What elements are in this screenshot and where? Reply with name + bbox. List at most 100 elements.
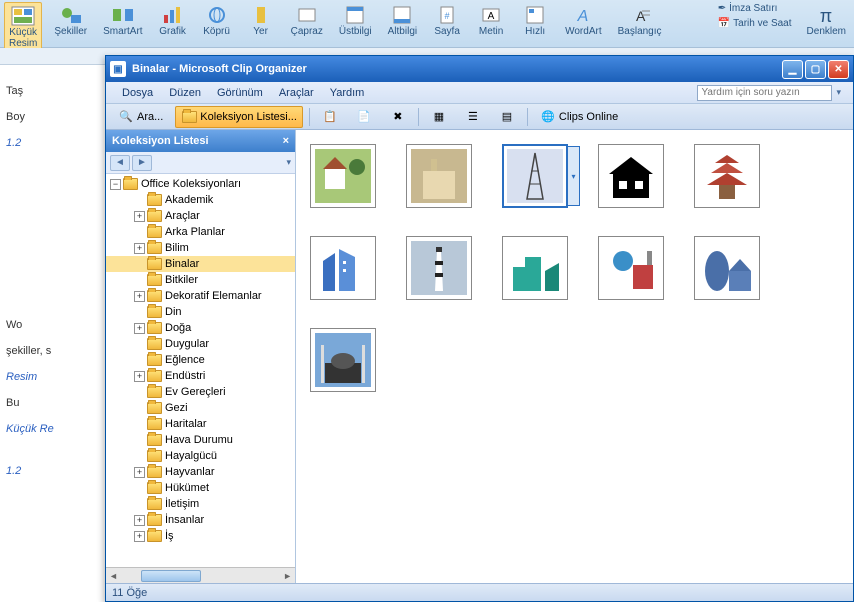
ribbon-wordart[interactable]: A WordArt [561, 2, 606, 39]
tree-node-bilim[interactable]: + Bilim [106, 240, 295, 256]
tree-node-dekoratif-elemanlar[interactable]: +Dekoratif Elemanlar [106, 288, 295, 304]
expand-icon[interactable]: + [134, 323, 145, 334]
ribbon-kucuk-resim[interactable]: Küçük Resim [4, 2, 42, 52]
ribbon-hizli[interactable]: Hızlı [517, 2, 553, 39]
toolbar-search[interactable]: 🔍 Ara... [112, 106, 169, 128]
ribbon-label: Şekiller [54, 26, 87, 37]
ribbon-tarih[interactable]: 📅Tarih ve Saat [715, 17, 795, 30]
tree-node-endüstri[interactable]: +Endüstri [106, 368, 295, 384]
minimize-button[interactable]: ▁ [782, 60, 803, 79]
collection-tree[interactable]: −Office KoleksiyonlarıAkademik+AraçlarAr… [106, 174, 295, 567]
thumbnail-house-garden[interactable] [310, 144, 376, 208]
thumbnail-castle-painting[interactable] [406, 144, 472, 208]
tree-node-araçlar[interactable]: +Araçlar [106, 208, 295, 224]
expand-icon[interactable]: + [134, 531, 145, 542]
ribbon-sekiller[interactable]: Şekiller [50, 2, 91, 39]
expand-spacer [134, 195, 145, 206]
thumbnail-pagoda[interactable] [694, 144, 760, 208]
ribbon-capraz[interactable]: Çapraz [287, 2, 327, 39]
tree-node-doğa[interactable]: +Doğa [106, 320, 295, 336]
toolbar-copy[interactable]: 📋 [316, 106, 344, 128]
nav-back-button[interactable]: ◄ [110, 155, 130, 171]
expand-icon[interactable]: + [134, 515, 145, 526]
ribbon-grafik[interactable]: Grafik [155, 2, 191, 39]
ribbon-altbilgi[interactable]: Altbilgi [384, 2, 421, 39]
tree-node-i̇nsanlar[interactable]: +İnsanlar [106, 512, 295, 528]
toolbar-clips-online[interactable]: 🌐 Clips Online [534, 106, 624, 128]
tree-node-binalar[interactable]: Binalar [106, 256, 295, 272]
h-scrollbar[interactable]: ◄ ► [106, 567, 295, 583]
menu-araclar[interactable]: Araçlar [271, 85, 322, 101]
tree-node-eğlence[interactable]: Eğlence [106, 352, 295, 368]
ribbon-kopru[interactable]: Köprü [199, 2, 235, 39]
help-search-input[interactable] [697, 85, 832, 101]
maximize-button[interactable]: ▢ [805, 60, 826, 79]
expand-icon[interactable]: + [134, 467, 145, 478]
ribbon-imza[interactable]: ✒İmza Satırı [715, 2, 795, 15]
ribbon-yer[interactable]: Yer [243, 2, 279, 39]
thumbnail-factory-globe[interactable] [598, 236, 664, 300]
toolbar-view-thumb[interactable]: ▦ [425, 106, 453, 128]
tree-node-haritalar[interactable]: Haritalar [106, 416, 295, 432]
tree-node-duygular[interactable]: Duygular [106, 336, 295, 352]
menu-duzen[interactable]: Düzen [161, 85, 209, 101]
tree-node-bitkiler[interactable]: Bitkiler [106, 272, 295, 288]
ribbon-ustbilgi[interactable]: Üstbilgi [335, 2, 376, 39]
close-pane-button[interactable]: × [283, 135, 289, 147]
toolbar-view-list[interactable]: ☰ [459, 106, 487, 128]
collection-pane: Koleksiyon Listesi × ◄ ► ▾ −Office Kolek… [106, 130, 296, 583]
thumbnail-lighthouse[interactable] [406, 236, 472, 300]
expand-icon[interactable]: + [134, 371, 145, 382]
thumbnail-house-silhouette[interactable] [598, 144, 664, 208]
tree-node-ev-gereçleri[interactable]: Ev Gereçleri [106, 384, 295, 400]
delete-icon: ✖ [390, 109, 406, 125]
expand-icon[interactable]: + [134, 291, 145, 302]
expand-spacer [134, 227, 145, 238]
titlebar[interactable]: ▣ Binalar - Microsoft Clip Organizer ▁ ▢… [106, 56, 853, 82]
menu-gorunum[interactable]: Görünüm [209, 85, 271, 101]
ribbon-baslangic[interactable]: A Başlangıç [614, 2, 666, 39]
scrollbar-thumb[interactable] [141, 570, 201, 582]
ribbon-metin[interactable]: A Metin [473, 2, 509, 39]
expand-icon[interactable]: − [110, 179, 121, 190]
nav-forward-button[interactable]: ► [132, 155, 152, 171]
toolbar-delete[interactable]: ✖ [384, 106, 412, 128]
tree-node-hükümet[interactable]: Hükümet [106, 480, 295, 496]
tree-node-i̇ş[interactable]: +İş [106, 528, 295, 544]
pane-menu-icon[interactable]: ▾ [286, 157, 291, 168]
ribbon-sayfa[interactable]: # Sayfa [429, 2, 465, 39]
ribbon-smartart[interactable]: SmartArt [99, 2, 146, 39]
folder-icon [147, 226, 162, 238]
thumbnail-skyscrapers[interactable] [310, 236, 376, 300]
expand-icon[interactable]: + [134, 211, 145, 222]
thumbnails-area[interactable]: ▾ [296, 130, 853, 583]
thumbnail-city-teal[interactable] [502, 236, 568, 300]
folder-icon [147, 306, 162, 318]
tree-node-gezi[interactable]: Gezi [106, 400, 295, 416]
ribbon-denklem[interactable]: π Denklem [803, 2, 850, 39]
tree-node-hava-durumu[interactable]: Hava Durumu [106, 432, 295, 448]
tree-node-din[interactable]: Din [106, 304, 295, 320]
tree-node-akademik[interactable]: Akademik [106, 192, 295, 208]
expand-icon[interactable]: + [134, 243, 145, 254]
svg-text:A: A [577, 8, 589, 25]
toolbar-paste[interactable]: 📄 [350, 106, 378, 128]
toolbar-view-detail[interactable]: ▤ [493, 106, 521, 128]
thumbnail-eiffel-tower[interactable]: ▾ [502, 144, 568, 208]
thumbnail-barn[interactable] [694, 236, 760, 300]
close-button[interactable]: ✕ [828, 60, 849, 79]
tree-root-node[interactable]: −Office Koleksiyonları [106, 176, 295, 192]
ribbon-label: Metin [479, 26, 503, 37]
thumbnail-dropdown[interactable]: ▾ [567, 146, 580, 206]
menu-dosya[interactable]: Dosya [114, 85, 161, 101]
tree-node-hayvanlar[interactable]: +Hayvanlar [106, 464, 295, 480]
tree-node-arka-planlar[interactable]: Arka Planlar [106, 224, 295, 240]
thumbnail-mosque[interactable] [310, 328, 376, 392]
tree-label: Bilim [165, 242, 189, 254]
tree-node-hayalgücü[interactable]: Hayalgücü [106, 448, 295, 464]
menu-yardim[interactable]: Yardım [322, 85, 373, 101]
help-dropdown-icon[interactable]: ▾ [836, 87, 841, 98]
toolbar-collection-list[interactable]: Koleksiyon Listesi... [175, 106, 303, 128]
tree-node-i̇letişim[interactable]: İletişim [106, 496, 295, 512]
folder-icon [147, 338, 162, 350]
